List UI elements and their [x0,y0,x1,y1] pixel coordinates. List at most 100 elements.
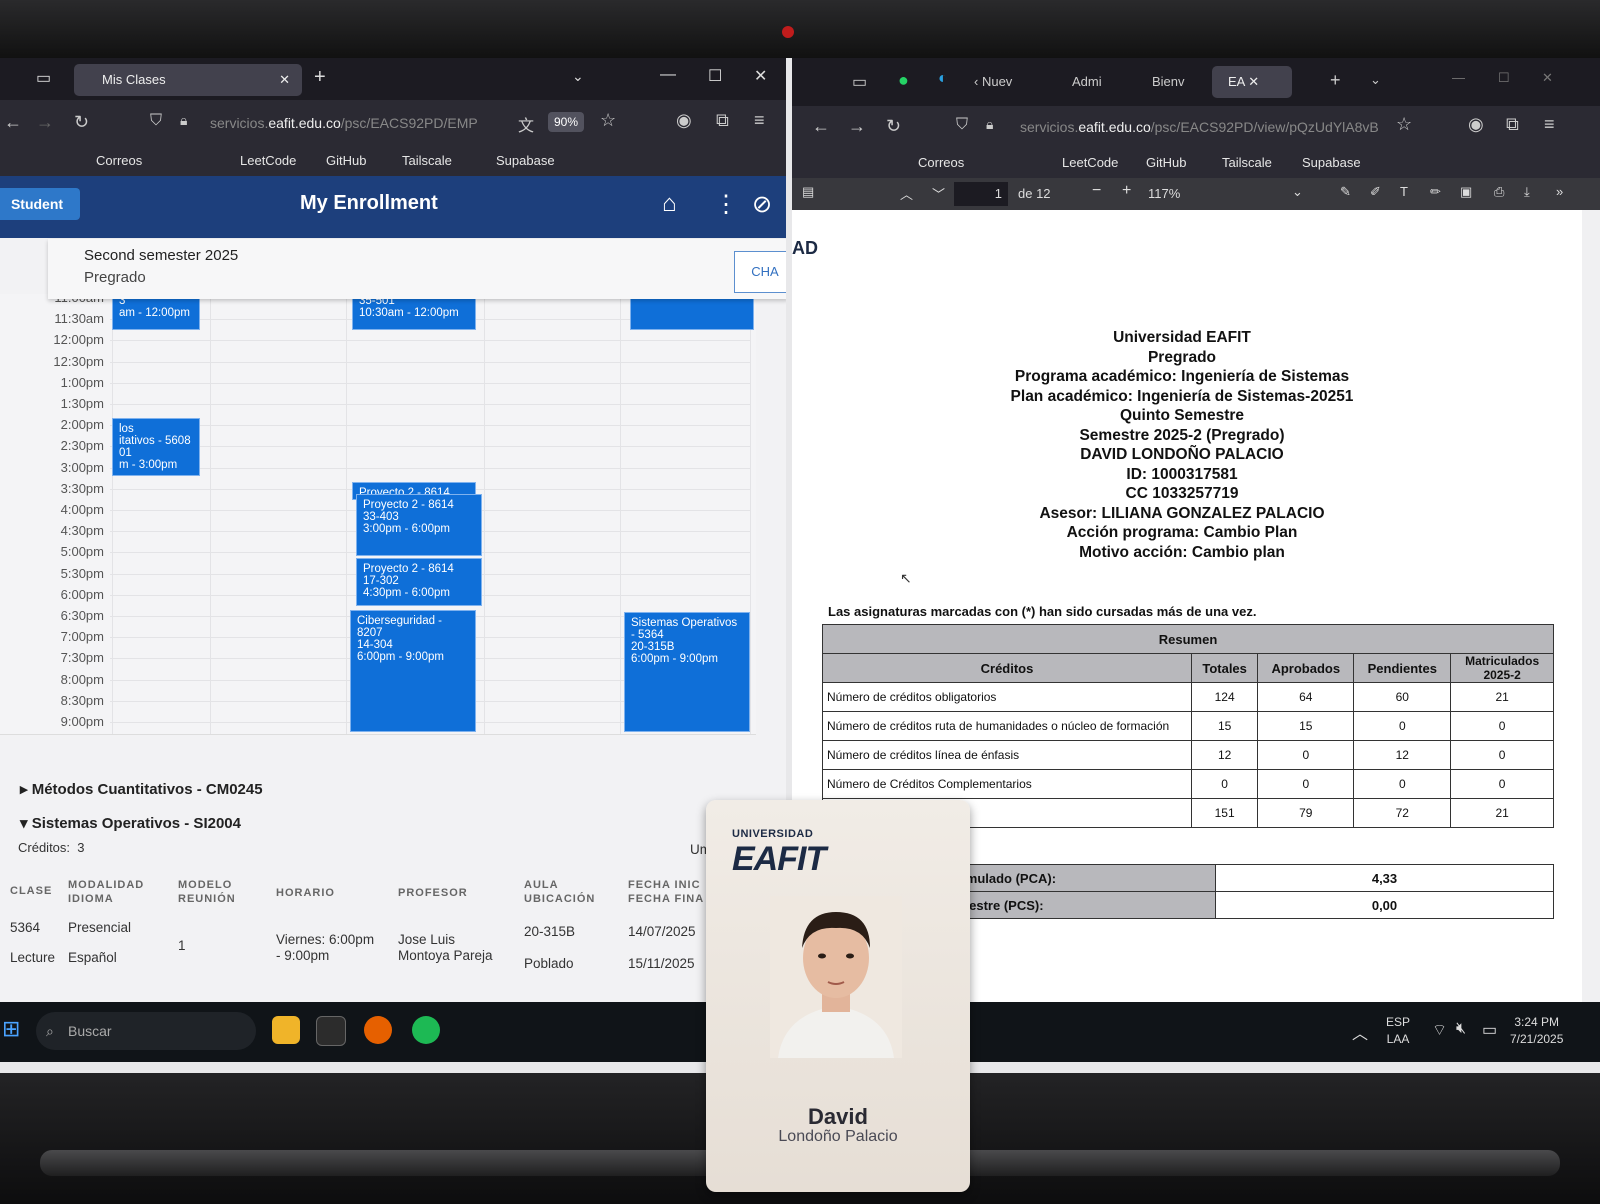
reload-icon[interactable]: ↻ [74,112,89,133]
new-tab-icon[interactable]: + [314,66,326,89]
chevron-down-icon[interactable]: ⌄ [572,68,584,85]
volume-muted-icon[interactable]: 🔇︎ [1456,1020,1466,1038]
edit-icon[interactable]: ✎ [1340,184,1351,200]
chevron-down-icon[interactable]: ⌄ [1292,184,1303,200]
tab-list-icon[interactable]: ▭ [36,68,51,88]
bookmark-leetcode[interactable]: LeetCode [1062,155,1118,170]
save-icon[interactable]: ⤓ [1524,184,1530,200]
highlight-icon[interactable]: ✐ [1370,184,1381,200]
calendar-event[interactable]: Proyecto 2 - 8614 17-302 4:30pm - 6:00pm [356,558,482,606]
menu-icon[interactable]: ≡ [754,110,765,131]
bookmark-supabase[interactable]: Supabase [496,153,555,168]
minimize-icon[interactable]: — [1452,70,1465,85]
calendar-event[interactable]: Ciberseguridad -8207 14-304 6:00pm - 9:00p… [350,610,476,732]
back-icon[interactable]: ← [4,112,22,133]
shield-icon[interactable]: ⛉ [956,116,968,134]
home-icon[interactable]: ⌂ [662,190,677,218]
prev-page-icon[interactable]: ︿ [900,184,913,203]
edge-icon[interactable]: ◐ [938,70,948,88]
next-page-icon[interactable]: ﹀ [932,184,945,203]
time-slot-label: 1:30pm [60,396,104,411]
zoom-in-icon[interactable]: + [1122,182,1131,200]
whatsapp-icon[interactable]: ● [898,70,909,91]
table-row: Número de créditos línea de énfasis 12 0 12… [822,740,1554,770]
text-icon[interactable]: T [1400,184,1408,199]
maximize-icon[interactable]: ☐ [708,66,722,86]
page-title: My Enrollment [300,192,438,214]
more-options-icon[interactable]: ⋮ [714,190,738,219]
file-explorer-icon[interactable] [272,1016,300,1044]
course-row-metodos[interactable]: ▸ Métodos Cuantitativos - CM0245 [20,780,263,798]
minimize-icon[interactable]: — [660,66,676,84]
translate-icon[interactable]: 文 [518,112,534,136]
address-bar[interactable]: servicios.eafit.edu.co/psc/EACS92PD/EMP [210,108,520,138]
reload-icon[interactable]: ↻ [886,116,901,137]
tab-bienv[interactable]: Bienv [1152,74,1185,89]
extensions-icon[interactable]: ⧉ [1506,114,1519,135]
bookmark-correos[interactable]: Correos [918,155,964,170]
battery-icon[interactable]: ▭ [1482,1020,1497,1040]
firefox-icon[interactable] [364,1016,392,1044]
pdf-header-line: Quinto Semestre [1119,407,1245,424]
start-icon[interactable]: ⊞ [2,1016,20,1042]
student-button[interactable]: Student [0,188,80,220]
back-icon[interactable]: ← [812,116,830,137]
close-window-icon[interactable]: ✕ [1542,70,1553,86]
grid-line [110,382,750,384]
print-icon[interactable]: ⎙ [1494,184,1504,200]
input-language[interactable]: ESP LAA [1386,1014,1410,1048]
star-icon[interactable]: ☆ [1396,114,1412,135]
account-icon[interactable]: ◉ [676,110,692,131]
credits-label: Créditos: [18,840,71,855]
bookmark-correos[interactable]: Correos [96,153,142,168]
url-path: /psc/EACS92PD/EMP [340,115,478,131]
address-bar[interactable]: servicios.eafit.edu.co/psc/EACS92PD/view… [1020,112,1380,142]
bookmark-supabase[interactable]: Supabase [1302,155,1361,170]
forward-icon[interactable]: → [848,116,866,137]
tab-admi[interactable]: Admi [1072,74,1102,89]
shield-icon[interactable]: ⛉ [150,112,162,130]
tab-ea[interactable]: EA ✕ [1212,66,1292,98]
cell-profesor: Jose Luis Montoya Pareja [398,932,493,964]
account-icon[interactable]: ◉ [1468,114,1484,135]
change-button[interactable]: CHA [734,251,786,293]
tab-list-icon[interactable]: ▭ [852,72,867,92]
bookmark-leetcode[interactable]: LeetCode [240,153,296,168]
maximize-icon[interactable]: ☐ [1498,70,1510,86]
clock[interactable]: 3:24 PM 7/21/2025 [1510,1014,1563,1048]
draw-icon[interactable]: ✏ [1430,184,1441,200]
calendar-event[interactable]: Proyecto 2 - 8614 33-403 3:00pm - 6:00pm [356,494,482,556]
spotify-icon[interactable] [412,1016,440,1044]
pdf-zoom-select[interactable]: 117% [1148,186,1180,201]
close-tab-icon[interactable]: ✕ [279,64,290,96]
star-icon[interactable]: ☆ [600,110,616,131]
zoom-out-icon[interactable]: − [1092,182,1101,200]
page-number-input[interactable]: 1 [954,182,1008,206]
calendar-event[interactable]: los itativos - 5608 01 m - 3:00pm [112,418,200,476]
chevron-up-icon[interactable]: ︿ [1352,1020,1368,1044]
calendar-event[interactable]: Sistemas Operativos - 5364 20-315B 6:00pm -… [624,612,750,732]
new-tab-icon[interactable]: + [1330,70,1341,91]
laptop-top-bezel [0,0,1600,58]
menu-icon[interactable]: ≡ [1544,114,1555,135]
bookmark-github[interactable]: GitHub [1146,155,1186,170]
tab-nueva[interactable]: ‹ Nuev [974,74,1012,89]
taskbar-search[interactable]: ⌕ Buscar [36,1012,256,1050]
tab-mis-clases[interactable]: Mis Clases ✕ [74,64,302,96]
more-tools-icon[interactable]: » [1556,184,1563,199]
course-row-sistemas[interactable]: ▾ Sistemas Operativos - SI2004 [20,814,241,832]
bookmark-tailscale[interactable]: Tailscale [402,153,452,168]
wifi-icon[interactable]: ⌔ [1432,1020,1447,1040]
extensions-icon[interactable]: ⧉ [716,110,729,131]
bookmark-github[interactable]: GitHub [326,153,366,168]
sidebar-toggle-icon[interactable]: ▤ [802,184,814,200]
forward-icon[interactable]: → [36,112,54,133]
compass-icon[interactable]: ⊘ [752,190,772,219]
bookmark-tailscale[interactable]: Tailscale [1222,155,1272,170]
zoom-level[interactable]: 90% [548,112,585,132]
image-icon[interactable]: ▣ [1460,184,1472,200]
terminal-icon[interactable] [316,1016,346,1046]
close-window-icon[interactable]: ✕ [754,66,767,86]
credits-summary-table: Resumen Créditos Totales Aprobados Pendi… [822,624,1554,828]
chevron-down-icon[interactable]: ⌄ [1370,72,1381,88]
